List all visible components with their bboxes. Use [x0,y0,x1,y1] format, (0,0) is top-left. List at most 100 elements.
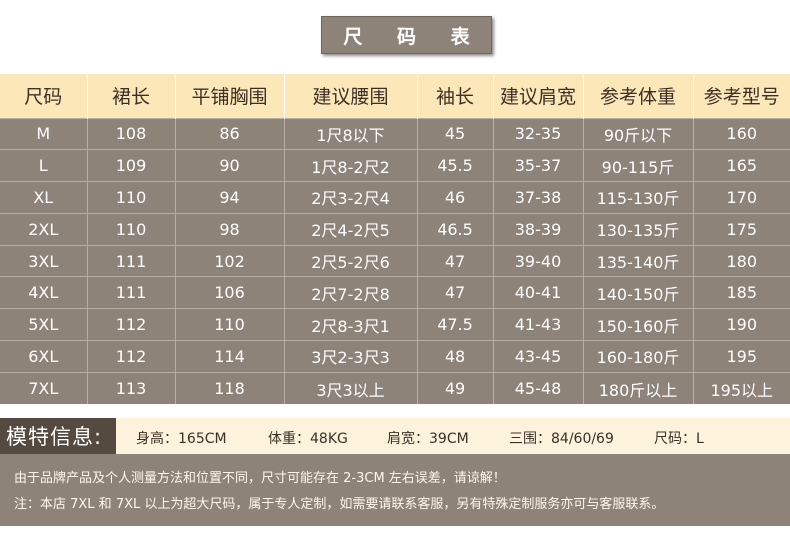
cell-waist: 3尺3以上 [284,371,418,405]
model-height: 身高：165CM [136,431,227,447]
size-chart-title: 尺 码 表 [321,16,492,54]
cell-waist: 2尺8-3尺1 [284,308,418,341]
table-row: 2XL 110 98 2尺4-2尺5 46.5 38-39 130-135斤 175 [0,212,790,246]
cell-size: 2XL [0,212,88,246]
cell-weight: 180斤以上 [583,371,694,405]
cell-waist: 2尺5-2尺6 [284,244,418,277]
cell-shoulder: 45-48 [493,371,584,405]
cell-model-size: 170 [693,181,790,214]
cell-model-size: 195 [693,340,790,373]
cell-shoulder: 39-40 [493,244,584,277]
cell-waist: 3尺2-3尺3 [284,340,418,373]
cell-shoulder: 38-39 [493,212,584,246]
cell-weight: 90斤以下 [583,117,694,150]
cell-skirt-length: 111 [87,276,176,309]
cell-skirt-length: 112 [87,340,176,373]
header-waist: 建议腰围 [284,74,418,118]
cell-model-size: 190 [693,308,790,341]
note-line: 注：本店 7XL 和 7XL 以上为超大尺码，属于专人定制，如需要请联系客服，另… [14,497,665,512]
cell-model-size: 195以上 [693,371,790,405]
table-row: 4XL 111 106 2尺7-2尺8 47 40-41 140-150斤 185 [0,276,790,309]
cell-size: 4XL [0,276,88,309]
cell-sleeve: 45.5 [417,149,494,182]
cell-sleeve: 46 [417,181,494,214]
cell-sleeve: 49 [417,371,494,405]
note-line: 由于品牌产品及个人测量方法和位置不同，尺寸可能存在 2-3CM 左右误差，请谅解… [14,471,506,486]
cell-chest: 106 [175,276,285,309]
cell-size: 7XL [0,371,88,405]
header-skirt-length: 裙长 [87,74,176,118]
size-table: 尺码 裙长 平铺胸围 建议腰围 袖长 建议肩宽 参考体重 参考型号 M 108 86… [0,74,790,405]
cell-sleeve: 46.5 [417,212,494,246]
cell-sleeve: 48 [417,340,494,373]
cell-shoulder: 43-45 [493,340,584,373]
cell-model-size: 185 [693,276,790,309]
cell-size: L [0,149,88,182]
header-weight: 参考体重 [583,74,694,118]
cell-waist: 2尺4-2尺5 [284,212,418,246]
cell-weight: 150-160斤 [583,308,694,341]
cell-shoulder: 41-43 [493,308,584,341]
table-row: XL 110 94 2尺3-2尺4 46 37-38 115-130斤 170 [0,181,790,214]
cell-chest: 98 [175,212,285,246]
model-info-label: 模特信息: [0,418,116,454]
cell-waist: 2尺3-2尺4 [284,181,418,214]
cell-skirt-length: 112 [87,308,176,341]
cell-sleeve: 47.5 [417,308,494,341]
cell-weight: 135-140斤 [583,244,694,277]
model-weight: 体重：48KG [268,431,348,447]
cell-chest: 102 [175,244,285,277]
cell-chest: 86 [175,117,285,150]
cell-skirt-length: 109 [87,149,176,182]
model-measurements: 三围：84/60/69 [509,431,614,447]
cell-shoulder: 32-35 [493,117,584,150]
cell-skirt-length: 111 [87,244,176,277]
table-row: 3XL 111 102 2尺5-2尺6 47 39-40 135-140斤 180 [0,244,790,277]
cell-model-size: 165 [693,149,790,182]
cell-size: M [0,117,88,150]
header-size: 尺码 [0,74,88,118]
cell-skirt-length: 108 [87,117,176,150]
cell-shoulder: 40-41 [493,276,584,309]
cell-chest: 94 [175,181,285,214]
cell-skirt-length: 110 [87,212,176,246]
header-chest: 平铺胸围 [175,74,285,118]
cell-size: 3XL [0,244,88,277]
header-model-size: 参考型号 [693,74,790,118]
cell-model-size: 180 [693,244,790,277]
table-row: L 109 90 1尺8-2尺2 45.5 35-37 90-115斤 165 [0,149,790,182]
cell-shoulder: 37-38 [493,181,584,214]
cell-waist: 2尺7-2尺8 [284,276,418,309]
cell-size: 6XL [0,340,88,373]
notes-section: 由于品牌产品及个人测量方法和位置不同，尺寸可能存在 2-3CM 左右误差，请谅解… [0,454,790,526]
cell-chest: 90 [175,149,285,182]
table-header-row: 尺码 裙长 平铺胸围 建议腰围 袖长 建议肩宽 参考体重 参考型号 [0,74,790,118]
cell-sleeve: 47 [417,276,494,309]
table-row: M 108 86 1尺8以下 45 32-35 90斤以下 160 [0,117,790,150]
table-row: 6XL 112 114 3尺2-3尺3 48 43-45 160-180斤 195 [0,340,790,373]
cell-chest: 110 [175,308,285,341]
cell-size: 5XL [0,308,88,341]
header-shoulder: 建议肩宽 [493,74,584,118]
cell-model-size: 175 [693,212,790,246]
cell-chest: 114 [175,340,285,373]
cell-weight: 140-150斤 [583,276,694,309]
header-sleeve: 袖长 [417,74,494,118]
cell-shoulder: 35-37 [493,149,584,182]
cell-weight: 130-135斤 [583,212,694,246]
cell-waist: 1尺8-2尺2 [284,149,418,182]
table-row: 7XL 113 118 3尺3以上 49 45-48 180斤以上 195以上 [0,371,790,405]
cell-sleeve: 47 [417,244,494,277]
cell-waist: 1尺8以下 [284,117,418,150]
cell-weight: 115-130斤 [583,181,694,214]
cell-model-size: 160 [693,117,790,150]
model-size: 尺码：L [654,431,704,447]
cell-size: XL [0,181,88,214]
title-text: 尺 码 表 [343,25,484,48]
model-info-bar: 模特信息: 身高：165CM 体重：48KG 肩宽：39CM 三围：84/60/… [0,418,790,454]
cell-weight: 90-115斤 [583,149,694,182]
model-shoulder: 肩宽：39CM [387,431,469,447]
cell-sleeve: 45 [417,117,494,150]
table-row: 5XL 112 110 2尺8-3尺1 47.5 41-43 150-160斤 190 [0,308,790,341]
cell-skirt-length: 113 [87,371,176,405]
